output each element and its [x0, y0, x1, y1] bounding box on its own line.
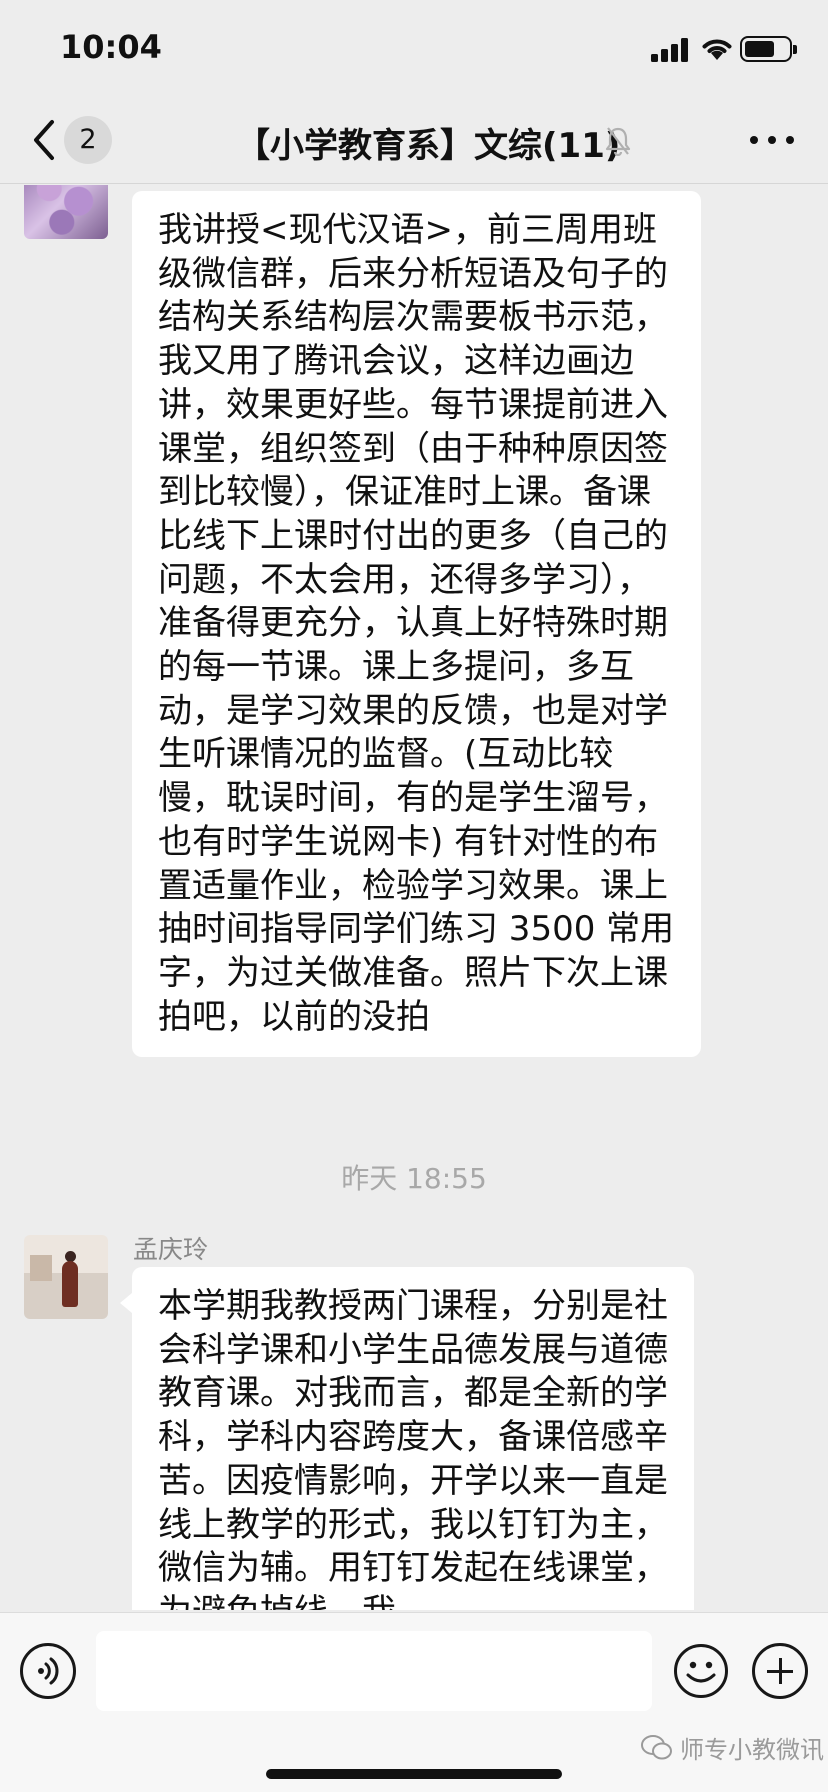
- message-bubble[interactable]: 我讲授<现代汉语>，前三周用班级微信群，后来分析短语及句子的结构关系结构层次需要…: [132, 191, 701, 1058]
- timestamp-divider: 昨天 18:55: [341, 1162, 487, 1195]
- voice-input-button[interactable]: [20, 1643, 76, 1699]
- message-bubble[interactable]: 本学期我教授两门课程，分别是社会科学课和小学生品德发展与道德教育课。对我而言，都…: [120, 1267, 694, 1610]
- emoji-icon[interactable]: [673, 1643, 729, 1699]
- more-options-button[interactable]: [748, 132, 796, 148]
- back-chevron-icon[interactable]: [26, 116, 62, 164]
- watermark-text: 师专小教微讯: [680, 1736, 824, 1764]
- sender-name: 孟庆玲: [133, 1235, 209, 1264]
- input-bar: [0, 1612, 828, 1792]
- message-input[interactable]: [96, 1631, 652, 1711]
- mute-bell-icon: [605, 127, 631, 156]
- status-time: 10:04: [60, 28, 162, 66]
- message-list[interactable]: 我讲授<现代汉语>，前三周用班级微信群，后来分析短语及句子的结构关系结构层次需要…: [0, 185, 828, 1610]
- wechat-logo-icon: [641, 1734, 672, 1759]
- chat-header: 2 【小学教育系】文综(11): [0, 96, 828, 184]
- battery-icon: [740, 36, 797, 62]
- sender-avatar[interactable]: [24, 1235, 108, 1319]
- cellular-signal-icon: [651, 38, 689, 62]
- plus-icon[interactable]: [752, 1643, 808, 1699]
- chat-title[interactable]: 【小学教育系】文综(11): [236, 118, 620, 167]
- status-bar: 10:04: [0, 0, 828, 96]
- wifi-icon: [702, 39, 732, 60]
- watermark: 师专小教微讯: [640, 1730, 824, 1765]
- home-indicator: [266, 1769, 562, 1779]
- sender-avatar[interactable]: [24, 185, 108, 239]
- voice-icon: [38, 1657, 59, 1685]
- unread-count-badge[interactable]: 2: [64, 116, 112, 164]
